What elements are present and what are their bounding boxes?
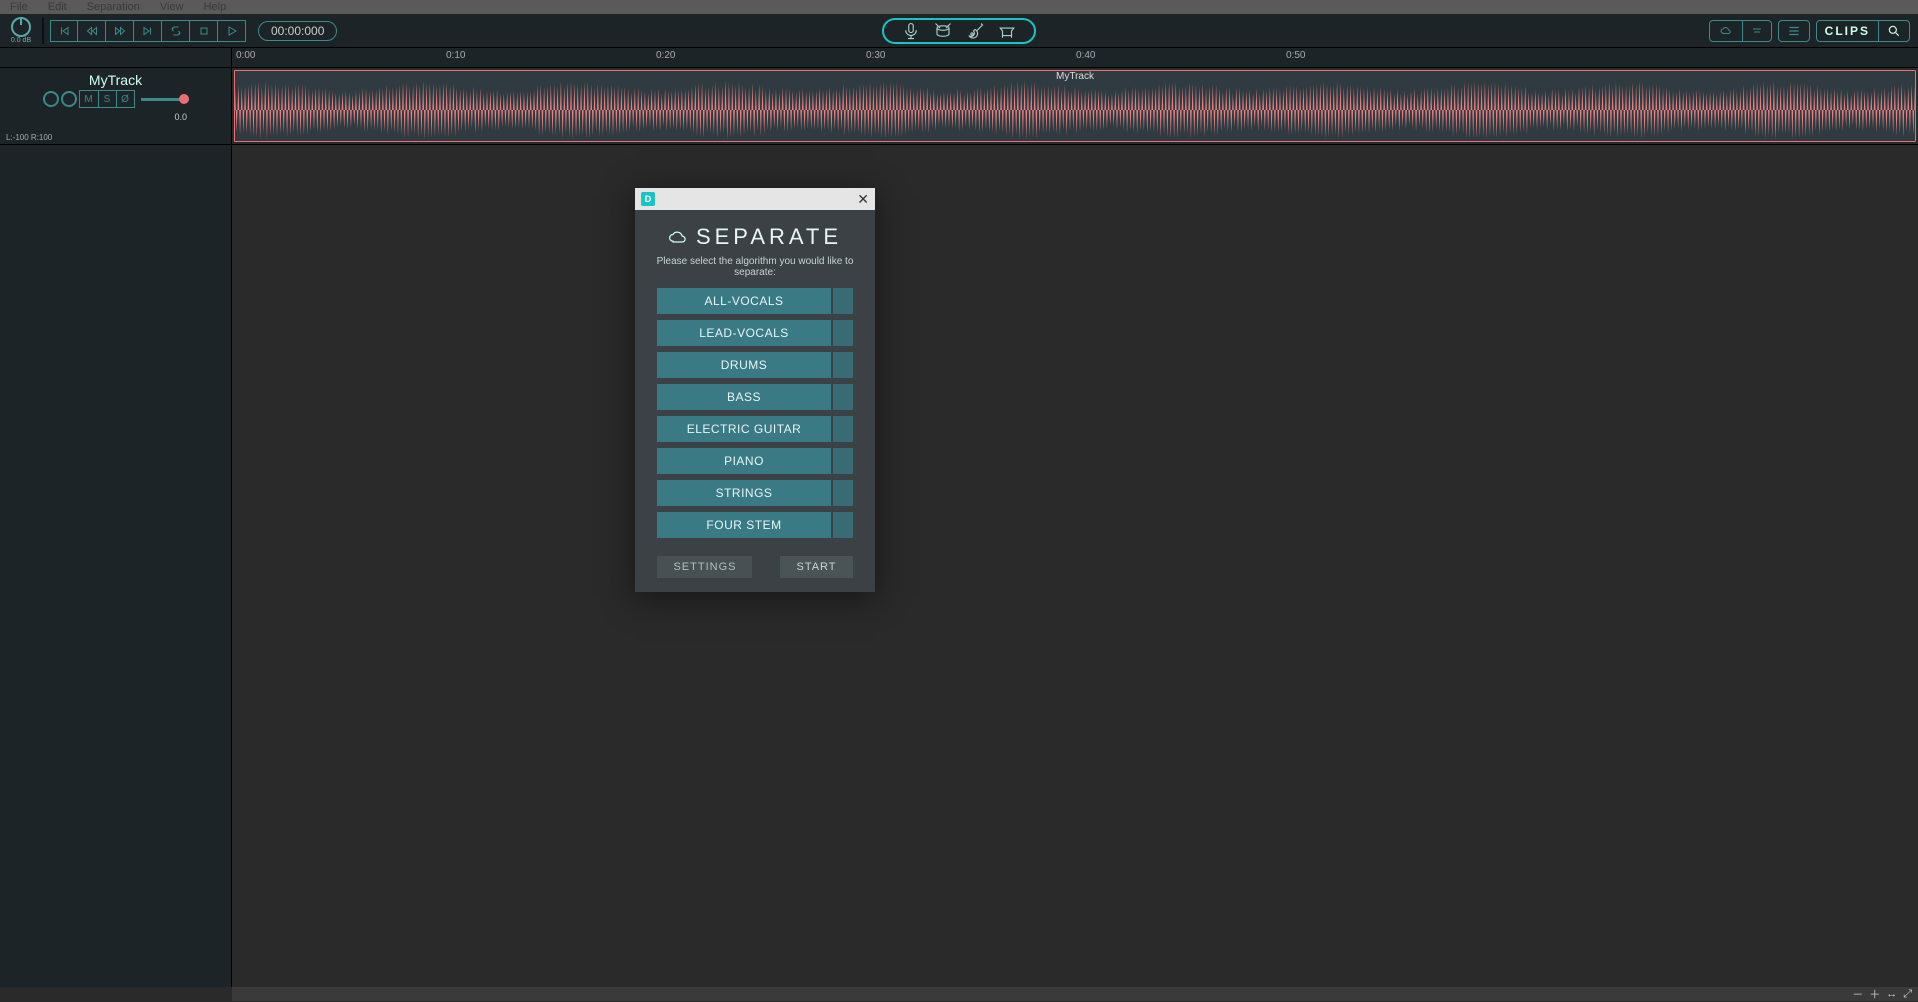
guitar-icon[interactable] <box>966 22 984 40</box>
cloud-controls <box>1709 20 1772 42</box>
menu-bar: File Edit Separation View Help <box>0 0 1918 14</box>
ruler-tick: 0:20 <box>656 50 675 61</box>
menu-edit[interactable]: Edit <box>48 1 67 13</box>
horizontal-scrollbar[interactable] <box>232 979 1918 987</box>
forward-button[interactable] <box>106 20 134 42</box>
timecode-display[interactable]: 00:00:000 <box>258 21 337 41</box>
timeline: 0:00 0:10 0:20 0:30 0:40 0:50 MyTrack <box>232 48 1918 987</box>
time-ruler[interactable]: 0:00 0:10 0:20 0:30 0:40 0:50 <box>232 48 1918 68</box>
algo-drums-options[interactable] <box>833 352 853 378</box>
algo-strings-options[interactable] <box>833 480 853 506</box>
menu-help[interactable]: Help <box>204 1 227 13</box>
algo-drums[interactable]: DRUMS <box>657 352 831 378</box>
cloud-icon[interactable] <box>1710 21 1742 41</box>
volume-value: 0.0 <box>174 112 187 122</box>
track-mso: M S Ø <box>79 90 135 108</box>
zoom-in-button[interactable]: ＋ <box>1869 986 1880 1002</box>
skip-end-button[interactable] <box>134 20 162 42</box>
algo-lead-vocals-options[interactable] <box>833 320 853 346</box>
piano-icon[interactable] <box>998 22 1016 40</box>
pan-readout: L:-100 R:100 <box>6 133 52 142</box>
track-header-spacer <box>0 48 231 68</box>
track-lane[interactable]: MyTrack <box>232 68 1918 145</box>
drums-icon[interactable] <box>934 22 952 40</box>
ruler-tick: 0:40 <box>1076 50 1095 61</box>
skip-start-button[interactable] <box>50 20 78 42</box>
ruler-tick: 0:50 <box>1286 50 1305 61</box>
view-controls: CLIPS <box>1816 20 1910 42</box>
menu-view[interactable]: View <box>160 1 184 13</box>
algo-strings[interactable]: STRINGS <box>657 480 831 506</box>
ruler-tick: 0:30 <box>866 50 885 61</box>
dialog-header: SEPARATE <box>668 224 842 250</box>
algo-all-vocals[interactable]: ALL-VOCALS <box>657 288 831 314</box>
app-logo-icon: D <box>641 192 655 206</box>
settings-button[interactable]: SETTINGS <box>657 556 752 578</box>
track-controls: M S Ø <box>43 90 189 108</box>
waveform <box>235 79 1915 141</box>
microphone-icon[interactable] <box>902 22 920 40</box>
algo-piano[interactable]: PIANO <box>657 448 831 474</box>
ruler-tick: 0:00 <box>236 50 255 61</box>
workspace: MyTrack M S Ø 0.0 L:-100 R:100 0:00 0:10… <box>0 48 1918 987</box>
bottom-bar: － ＋ ↔ ⤢ <box>232 987 1918 1001</box>
algorithm-list: ALL-VOCALS LEAD-VOCALS DRUMS BASS ELECTR… <box>657 288 853 538</box>
algo-electric-guitar[interactable]: ELECTRIC GUITAR <box>657 416 831 442</box>
track-knob-1[interactable] <box>43 91 59 107</box>
divider <box>42 18 44 44</box>
instrument-selector <box>882 18 1036 44</box>
zoom-fit-h-button[interactable]: ↔ <box>1886 988 1897 1000</box>
separate-dialog: D ✕ SEPARATE Please select the algorithm… <box>635 188 875 592</box>
algo-bass[interactable]: BASS <box>657 384 831 410</box>
gain-dial-icon <box>11 17 31 37</box>
menu-file[interactable]: File <box>10 1 28 13</box>
track-header-column: MyTrack M S Ø 0.0 L:-100 R:100 <box>0 48 232 987</box>
solo-button[interactable]: S <box>98 91 116 107</box>
zoom-out-button[interactable]: － <box>1852 986 1863 1002</box>
algo-bass-options[interactable] <box>833 384 853 410</box>
track-name[interactable]: MyTrack <box>89 72 142 88</box>
transport-controls <box>50 20 246 42</box>
ruler-tick: 0:10 <box>446 50 465 61</box>
mute-button[interactable]: M <box>80 91 98 107</box>
volume-slider[interactable] <box>141 98 189 101</box>
phase-button[interactable]: Ø <box>116 91 134 107</box>
search-button[interactable] <box>1878 21 1909 41</box>
algo-piano-options[interactable] <box>833 448 853 474</box>
dialog-subtitle: Please select the algorithm you would li… <box>643 256 867 278</box>
loop-button[interactable] <box>162 20 190 42</box>
toolbar: 0.0 dB 00:00:000 CLIPS <box>0 14 1918 48</box>
zoom-fit-all-button[interactable]: ⤢ <box>1903 988 1912 1001</box>
dialog-title: SEPARATE <box>696 224 842 250</box>
right-toolbar: CLIPS <box>1709 20 1910 42</box>
dialog-titlebar[interactable]: D ✕ <box>635 188 875 210</box>
start-button[interactable]: START <box>780 556 852 578</box>
hamburger-icon <box>1779 21 1809 41</box>
algo-electric-guitar-options[interactable] <box>833 416 853 442</box>
rewind-button[interactable] <box>78 20 106 42</box>
dialog-actions: SETTINGS START <box>657 556 852 578</box>
queue-icon[interactable] <box>1742 21 1771 41</box>
close-button[interactable]: ✕ <box>857 191 869 208</box>
volume-thumb[interactable] <box>179 94 189 104</box>
track-header[interactable]: MyTrack M S Ø 0.0 L:-100 R:100 <box>0 68 231 145</box>
menu-toggle[interactable] <box>1778 20 1810 42</box>
dialog-body: SEPARATE Please select the algorithm you… <box>635 210 875 592</box>
play-button[interactable] <box>218 20 246 42</box>
algo-four-stem[interactable]: FOUR STEM <box>657 512 831 538</box>
cloud-icon <box>668 227 688 247</box>
algo-four-stem-options[interactable] <box>833 512 853 538</box>
stop-button[interactable] <box>190 20 218 42</box>
algo-lead-vocals[interactable]: LEAD-VOCALS <box>657 320 831 346</box>
gain-label: 0.0 dB <box>11 37 31 44</box>
audio-clip[interactable]: MyTrack <box>234 70 1916 142</box>
menu-separation[interactable]: Separation <box>87 1 140 13</box>
clips-button[interactable]: CLIPS <box>1817 21 1878 41</box>
algo-all-vocals-options[interactable] <box>833 288 853 314</box>
master-gain-knob[interactable]: 0.0 dB <box>6 16 36 46</box>
track-knob-2[interactable] <box>61 91 77 107</box>
